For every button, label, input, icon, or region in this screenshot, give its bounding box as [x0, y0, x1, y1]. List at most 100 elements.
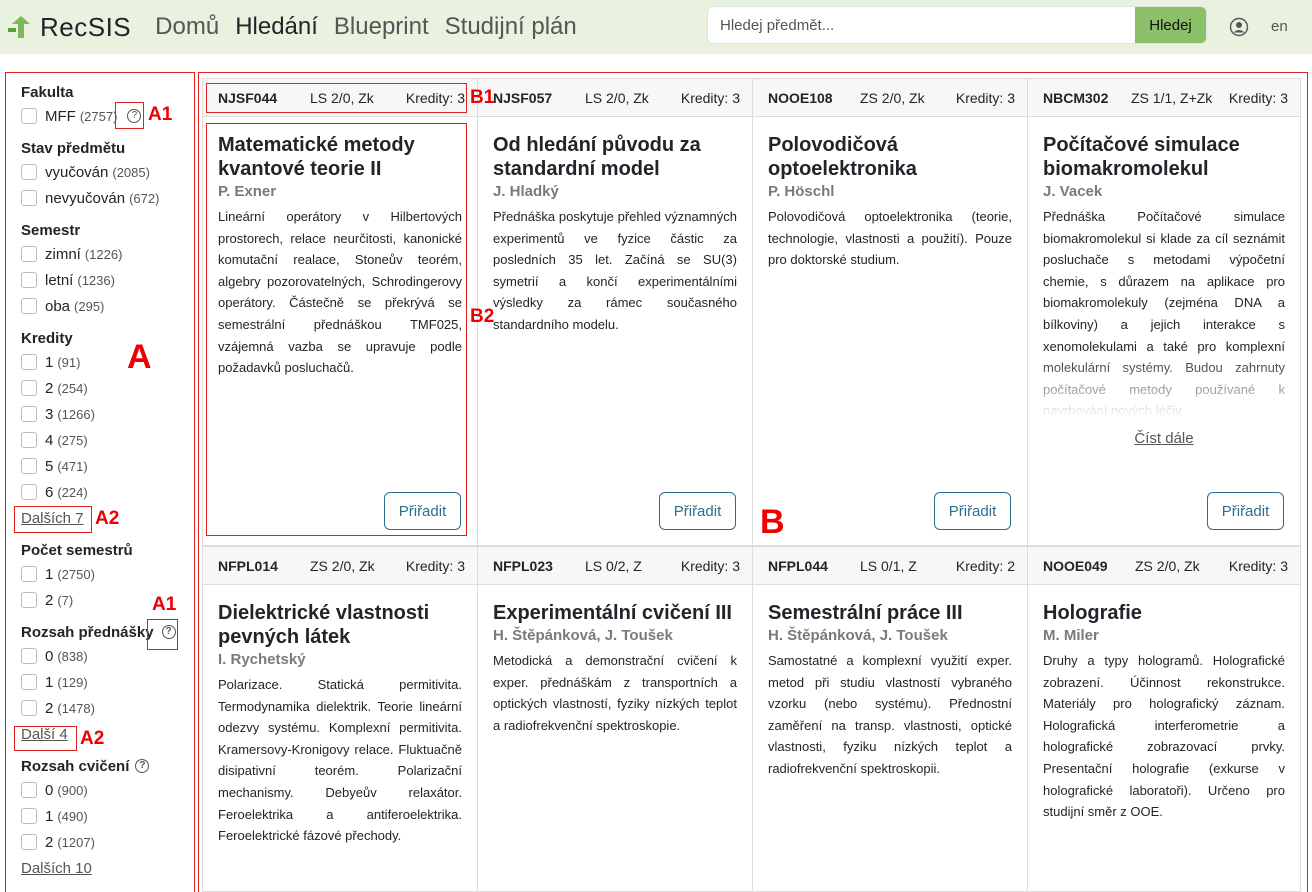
course-title[interactable]: Od hledání původu za standardní model — [493, 133, 737, 181]
filter-option[interactable]: 3 (1266) — [21, 401, 194, 427]
filter-option[interactable]: 1 (129) — [21, 669, 194, 695]
course-code: NBCM302 — [1043, 89, 1109, 106]
filter-option[interactable]: nevyučován (672) — [21, 185, 194, 211]
course-title[interactable]: Semestrální práce III — [768, 601, 1012, 625]
show-more-link[interactable]: Dalších 10 — [21, 857, 194, 881]
course-description: Přednáška Počítačové simulace biomakromo… — [1043, 209, 1285, 418]
filter-title: Semestr — [21, 221, 81, 239]
course-credits: Kredity: 3 — [955, 89, 1015, 106]
checkbox[interactable] — [21, 700, 37, 716]
checkbox[interactable] — [21, 108, 37, 124]
nav-links: Domů Hledání Blueprint Studijní plán — [155, 13, 593, 41]
course-title[interactable]: Dielektrické vlastnosti pevných látek — [218, 601, 462, 649]
annotation-box-a1 — [115, 102, 144, 129]
course-card[interactable]: NOOE049 ZS 2/0, Zk Kredity: 3 Holografie… — [1027, 546, 1301, 892]
option-count: (91) — [57, 354, 81, 370]
card-body: Semestrální práce III H. Štěpánková, J. … — [753, 585, 1027, 780]
course-card[interactable]: NFPL044 LS 0/1, Z Kredity: 2 Semestrální… — [752, 546, 1028, 892]
filter-option[interactable]: 2 (254) — [21, 375, 194, 401]
search-input[interactable] — [708, 7, 1135, 43]
read-more-link[interactable]: Číst dále — [1043, 430, 1285, 447]
nav-link-blueprint[interactable]: Blueprint — [334, 13, 429, 41]
brand[interactable]: RecSIS — [8, 12, 131, 43]
checkbox[interactable] — [21, 782, 37, 798]
course-card[interactable]: NOOE108 ZS 2/0, Zk Kredity: 3 Polovodičo… — [752, 78, 1028, 546]
checkbox[interactable] — [21, 458, 37, 474]
course-semester: ZS 2/0, Zk — [310, 557, 375, 574]
nav-link-study-plan[interactable]: Studijní plán — [445, 13, 577, 41]
card-header: NOOE049 ZS 2/0, Zk Kredity: 3 — [1028, 547, 1300, 585]
filter-option[interactable]: oba (295) — [21, 293, 194, 319]
course-card[interactable]: NBCM302 ZS 1/1, Z+Zk Kredity: 3 Počítačo… — [1027, 78, 1301, 546]
course-code: NOOE108 — [768, 89, 833, 106]
card-header: NBCM302 ZS 1/1, Z+Zk Kredity: 3 — [1028, 79, 1300, 117]
filter-group-exercise-range: Rozsah cvičení? 0 (900) 1 (490) 2 (1207) Da… — [21, 755, 194, 881]
checkbox[interactable] — [21, 354, 37, 370]
filter-option[interactable]: letní (1236) — [21, 267, 194, 293]
filter-option[interactable]: 5 (471) — [21, 453, 194, 479]
course-semester: ZS 2/0, Zk — [1135, 557, 1200, 574]
annotation-label-a1-b: A1 — [152, 594, 177, 615]
checkbox[interactable] — [21, 834, 37, 850]
assign-button[interactable]: Přiřadit — [1207, 492, 1284, 530]
annotation-label-b1: B1 — [470, 87, 495, 108]
checkbox[interactable] — [21, 406, 37, 422]
filter-option[interactable]: 2 (1478) — [21, 695, 194, 721]
course-semester: LS 0/1, Z — [860, 557, 917, 574]
course-title[interactable]: Experimentální cvičení III — [493, 601, 737, 625]
card-header: NJSF057 LS 2/0, Zk Kredity: 3 — [478, 79, 752, 117]
course-credits: Kredity: 3 — [1228, 557, 1288, 574]
course-credits: Kredity: 3 — [680, 89, 740, 106]
nav-link-search[interactable]: Hledání — [235, 13, 318, 41]
course-card[interactable]: NFPL014 ZS 2/0, Zk Kredity: 3 Dielektric… — [202, 546, 478, 892]
filter-option[interactable]: 2 (1207) — [21, 829, 194, 855]
filter-option[interactable]: 0 (900) — [21, 777, 194, 803]
option-label: 1 — [45, 807, 54, 825]
filter-option[interactable]: 1 (91) — [21, 349, 194, 375]
nav-link-home[interactable]: Domů — [155, 13, 219, 41]
filter-option[interactable]: 6 (224) — [21, 479, 194, 505]
search-button[interactable]: Hledej — [1135, 7, 1206, 43]
annotation-label-a2: A2 — [95, 508, 120, 529]
language-switch[interactable]: en — [1271, 18, 1288, 35]
help-icon[interactable]: ? — [135, 759, 150, 773]
filter-title: Stav předmětu — [21, 139, 126, 157]
option-count: (224) — [57, 484, 88, 500]
checkbox[interactable] — [21, 272, 37, 288]
checkbox[interactable] — [21, 380, 37, 396]
checkbox[interactable] — [21, 674, 37, 690]
assign-button[interactable]: Přiřadit — [934, 492, 1011, 530]
course-title[interactable]: Polovodičová optoelektronika — [768, 133, 1012, 181]
assign-button[interactable]: Přiřadit — [659, 492, 736, 530]
filter-option[interactable]: zimní (1226) — [21, 241, 194, 267]
course-semester: LS 0/2, Z — [585, 557, 642, 574]
filter-option[interactable]: 4 (275) — [21, 427, 194, 453]
checkbox[interactable] — [21, 484, 37, 500]
checkbox[interactable] — [21, 246, 37, 262]
checkbox[interactable] — [21, 592, 37, 608]
course-card[interactable]: NJSF057 LS 2/0, Zk Kredity: 3 Od hledání… — [477, 78, 753, 546]
course-description: Druhy a typy hologramů. Holografické zob… — [1043, 653, 1285, 820]
checkbox[interactable] — [21, 808, 37, 824]
annotation-label-a2-b: A2 — [80, 728, 105, 749]
course-semester: ZS 1/1, Z+Zk — [1131, 89, 1213, 106]
checkbox[interactable] — [21, 566, 37, 582]
course-description: Samostatné a komplexní využití exper. me… — [768, 653, 1012, 776]
filter-option[interactable]: 1 (490) — [21, 803, 194, 829]
filter-option[interactable]: vyučován (2085) — [21, 159, 194, 185]
checkbox[interactable] — [21, 648, 37, 664]
user-icon[interactable] — [1229, 17, 1249, 37]
course-title[interactable]: Holografie — [1043, 601, 1285, 625]
course-teacher: J. Vacek — [1043, 183, 1103, 200]
course-card[interactable]: NFPL023 LS 0/2, Z Kredity: 3 Experimentá… — [477, 546, 753, 892]
checkbox[interactable] — [21, 190, 37, 206]
course-title[interactable]: Počítačové simulace biomakromolekul — [1043, 133, 1285, 181]
card-header: NFPL044 LS 0/1, Z Kredity: 2 — [753, 547, 1027, 585]
checkbox[interactable] — [21, 298, 37, 314]
annotation-label-b: B — [760, 503, 785, 541]
brand-name: RecSIS — [40, 11, 132, 42]
checkbox[interactable] — [21, 164, 37, 180]
checkbox[interactable] — [21, 432, 37, 448]
filter-option[interactable]: 1 (2750) — [21, 561, 194, 587]
option-label: oba — [45, 297, 71, 315]
